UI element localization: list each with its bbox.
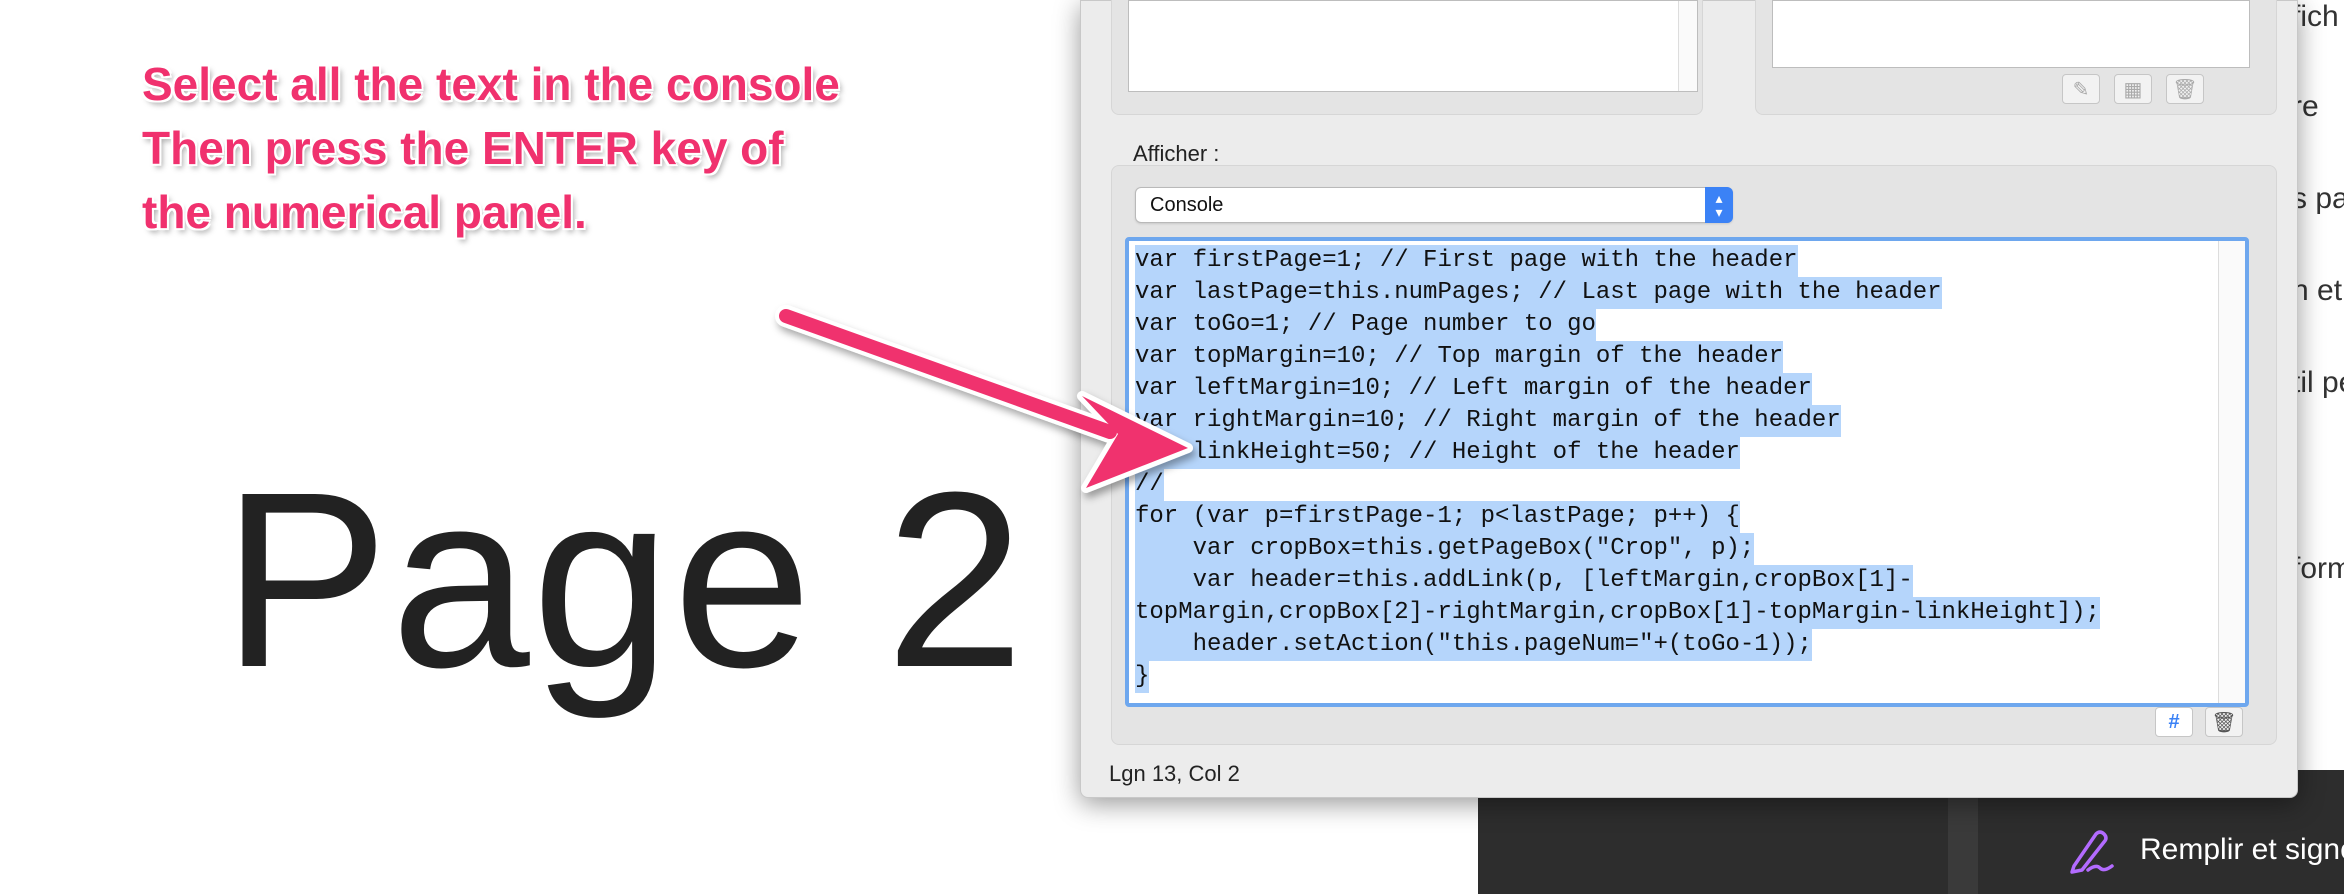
- hash-button[interactable]: #: [2155, 707, 2193, 737]
- console-line-5: var leftMargin=10; // Left margin of the…: [1135, 373, 1812, 405]
- console-line-12: topMargin,cropBox[2]-rightMargin,cropBox…: [1135, 597, 2100, 629]
- scripts-list[interactable]: [1128, 0, 1698, 92]
- tools-panel-text-5[interactable]: til pe: [2292, 366, 2344, 400]
- console-line-11: var header=this.addLink(p, [leftMargin,c…: [1135, 565, 1913, 597]
- trash-icon: 🗑: [2172, 78, 2198, 101]
- grid-button[interactable]: ▦: [2114, 74, 2152, 104]
- edit-button[interactable]: ✎: [2062, 74, 2100, 104]
- trash-icon: 🗑: [2211, 711, 2237, 734]
- breakpoints-group: ✎ ▦ 🗑: [1755, 0, 2277, 115]
- scripts-group: [1111, 0, 1703, 115]
- show-select[interactable]: Console ▴ ▾: [1135, 187, 1733, 223]
- chevron-updown-icon: ▴ ▾: [1705, 187, 1733, 223]
- tools-panel-text-4[interactable]: n et: [2292, 274, 2342, 308]
- fill-and-sign-label: Remplir et signe: [2140, 833, 2344, 866]
- console-line-2: var lastPage=this.numPages; // Last page…: [1135, 277, 1942, 309]
- console-line-4: var topMargin=10; // Top margin of the h…: [1135, 341, 1784, 373]
- annotation-line-1: Select all the text in the console: [142, 58, 840, 110]
- tools-panel-text-6[interactable]: form: [2292, 552, 2344, 586]
- instruction-annotation: Select all the text in the console Then …: [142, 52, 922, 244]
- cursor-position-status: Lgn 13, Col 2: [1109, 761, 1240, 786]
- scripts-list-scrollbar[interactable]: [1678, 1, 1697, 91]
- delete-breakpoint-button[interactable]: 🗑: [2166, 74, 2204, 104]
- console-scrollbar[interactable]: [2218, 241, 2245, 703]
- console-line-6: var rightMargin=10; // Right margin of t…: [1135, 405, 1841, 437]
- clear-console-button[interactable]: 🗑: [2205, 707, 2243, 737]
- console-line-10: var cropBox=this.getPageBox("Crop", p);: [1135, 533, 1755, 565]
- console-line-3: var toGo=1; // Page number to go: [1135, 309, 1596, 341]
- console-line-1: var firstPage=1; // First page with the …: [1135, 245, 1798, 277]
- tools-panel-text-3[interactable]: s pa: [2292, 182, 2344, 216]
- annotation-line-3: the numerical panel.: [142, 186, 587, 238]
- grid-icon: ▦: [2123, 78, 2143, 101]
- breakpoints-list[interactable]: [1772, 0, 2250, 68]
- show-select-value: Console: [1150, 194, 1224, 216]
- console-line-9: for (var p=firstPage-1; p<lastPage; p++)…: [1135, 501, 1740, 533]
- console-line-7: var linkHeight=50; // Height of the head…: [1135, 437, 1740, 469]
- tools-panel-text-1[interactable]: fich: [2292, 0, 2339, 34]
- show-label: Afficher :: [1133, 141, 1220, 166]
- console-textarea[interactable]: var firstPage=1; // First page with the …: [1125, 237, 2249, 707]
- console-line-14: }: [1135, 661, 1150, 693]
- hash-icon: #: [2168, 710, 2180, 733]
- console-line-8: //: [1135, 469, 1164, 501]
- pencil-icon: ✎: [2072, 78, 2090, 101]
- javascript-debugger-dialog: ✎ ▦ 🗑 Afficher : Console ▴ ▾ var firstPag…: [1080, 0, 2298, 798]
- fill-and-sign-button[interactable]: Remplir et signe: [2066, 824, 2344, 876]
- annotation-line-2: Then press the ENTER key of: [142, 122, 784, 174]
- console-line-13: header.setAction("this.pageNum="+(toGo-1…: [1135, 629, 1812, 661]
- page-label: Page 2: [222, 440, 1027, 719]
- console-selection: var firstPage=1; // First page with the …: [1135, 245, 2215, 699]
- signature-icon: [2070, 830, 2114, 874]
